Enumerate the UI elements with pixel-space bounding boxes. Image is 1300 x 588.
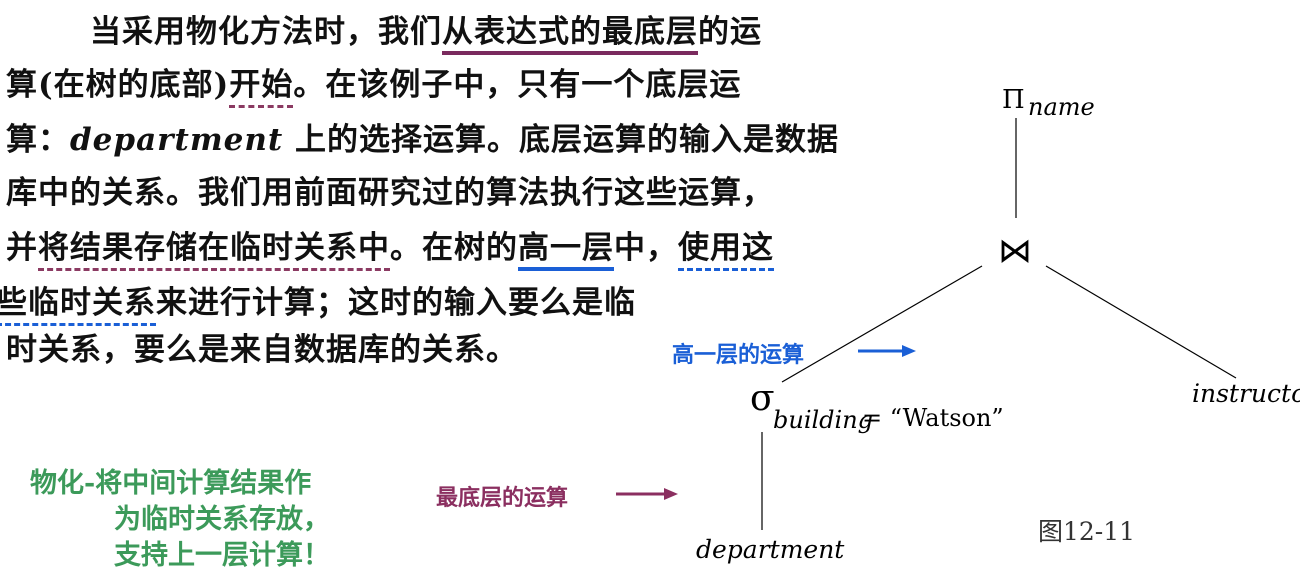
annotation-higher-level: 高一层的运算 [672, 343, 805, 368]
sigma-subscript: building [773, 406, 873, 434]
join-symbol: ⋈ [998, 231, 1032, 271]
note-line-3: 支持上一层计算！ [114, 540, 330, 571]
sigma-condition: = “Watson” [862, 404, 1004, 432]
edge-join-instructor [1045, 265, 1237, 379]
leaf-instructor: instructor [1192, 379, 1300, 408]
materialization-note: 物化-将中间计算结果作 为临时关系存放， 支持上一层计算！ [30, 466, 330, 574]
figure-label: 图12-11 [1038, 517, 1136, 546]
note-line-2: 为临时关系存放， [114, 504, 330, 535]
sigma-symbol: σ [750, 378, 775, 419]
pi-symbol: Π [1002, 85, 1025, 115]
arrow-lowest-level-head [664, 488, 678, 500]
arrow-higher-level-head [902, 345, 916, 357]
leaf-department: department [696, 535, 845, 564]
pi-subscript: name [1028, 93, 1095, 121]
note-line-1: 物化-将中间计算结果作 [30, 468, 312, 499]
annotation-lowest-level: 最底层的运算 [436, 486, 569, 511]
edge-join-sigma [781, 265, 983, 383]
